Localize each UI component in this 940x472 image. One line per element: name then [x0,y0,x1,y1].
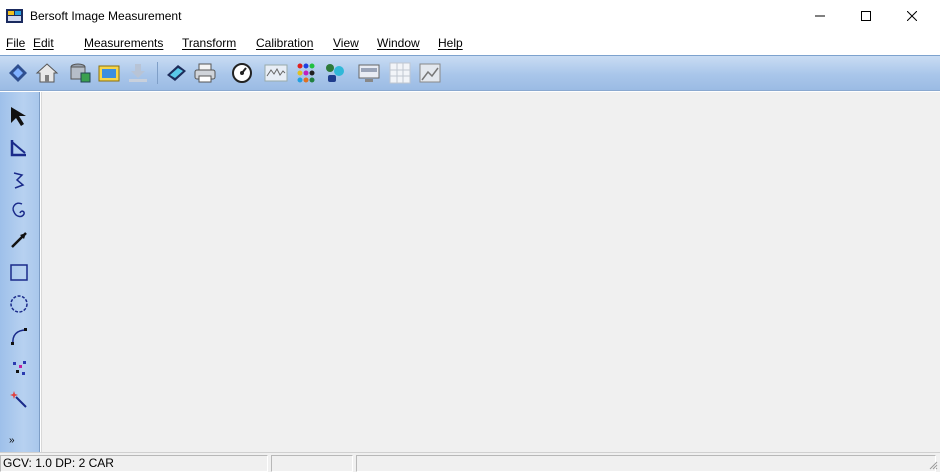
gauge-button[interactable] [228,59,256,87]
select-arrow-icon [11,107,26,126]
printer-icon [194,63,216,83]
home-icon [35,63,59,83]
grid-icon [389,62,411,84]
main-toolbar [0,55,940,91]
minimize-icon [815,15,825,17]
rectangle-tool-button[interactable] [4,258,34,286]
menu-calibration[interactable]: Calibration [256,36,313,50]
open-image-button[interactable] [95,59,123,87]
sync-button[interactable] [4,59,32,87]
freehand-tool-icon [12,202,25,218]
line-tool-button[interactable] [4,226,34,254]
menu-view[interactable]: View [333,36,359,50]
points-tool-button[interactable] [4,354,34,382]
menu-transform[interactable]: Transform [182,36,236,50]
close-button[interactable] [889,0,935,32]
title-bar: Bersoft Image Measurement [0,0,940,32]
calibrate-screen-button[interactable] [355,59,383,87]
magic-wand-button[interactable] [4,386,34,414]
ellipse-tool-icon [10,295,28,313]
menu-window[interactable]: Window [377,36,420,50]
tool-palette: » [0,92,40,452]
resize-grip-icon[interactable] [928,460,938,470]
select-tool-button[interactable] [4,102,34,130]
menu-help[interactable]: Help [438,36,463,50]
rectangle-tool-icon [10,264,28,281]
particles-button[interactable] [321,59,349,87]
magic-wand-icon [10,391,27,408]
window-title: Bersoft Image Measurement [30,9,182,23]
status-panel-2 [271,455,353,472]
polyline-tool-button[interactable] [4,166,34,194]
color-dots-button[interactable] [292,59,320,87]
arc-tool-icon [11,328,27,345]
line-tool-icon [11,232,27,248]
menu-measurements[interactable]: Measurements [84,36,163,50]
maximize-button[interactable] [843,0,889,32]
menu-bar: File Edit Measurements Transform Calibra… [0,34,940,54]
palette-overflow-button[interactable]: » [9,435,15,446]
download-button[interactable] [124,59,152,87]
image-frame-icon [419,63,441,83]
toolbar-separator [157,62,158,84]
profile-button[interactable] [262,59,290,87]
minimize-button[interactable] [797,0,843,32]
home-button[interactable] [33,59,61,87]
app-window: Bersoft Image Measurement File Edit Meas… [0,0,940,472]
database-button[interactable] [66,59,94,87]
database-icon [70,63,91,83]
close-icon [907,11,917,21]
menu-edit[interactable]: Edit [33,36,54,50]
status-bar: GCV: 1.0 DP: 2 CAR [0,452,940,472]
app-icon [6,9,23,23]
mdi-workspace[interactable] [41,92,940,452]
maximize-icon [861,11,871,21]
particles-icon [326,64,344,82]
scanner-button[interactable] [162,59,190,87]
color-dots-icon [297,63,315,83]
print-button[interactable] [191,59,219,87]
angle-tool-button[interactable] [4,134,34,162]
status-panel-3 [356,455,936,472]
arc-tool-button[interactable] [4,322,34,350]
scanner-icon [167,65,186,81]
points-tool-icon [13,361,26,375]
sync-diamond-icon [9,64,27,82]
angle-tool-icon [10,140,26,157]
ruler-monitor-icon [358,64,380,82]
polyline-tool-icon [13,172,25,189]
freehand-tool-button[interactable] [4,196,34,224]
download-icon [129,64,147,82]
grid-button[interactable] [386,59,414,87]
ellipse-tool-button[interactable] [4,290,34,318]
line-profile-icon [264,64,288,82]
status-panel-calibration: GCV: 1.0 DP: 2 CAR [0,455,268,472]
open-image-icon [98,65,120,82]
image-frame-button[interactable] [416,59,444,87]
menu-file[interactable]: File [6,36,25,50]
gauge-icon [232,63,252,83]
